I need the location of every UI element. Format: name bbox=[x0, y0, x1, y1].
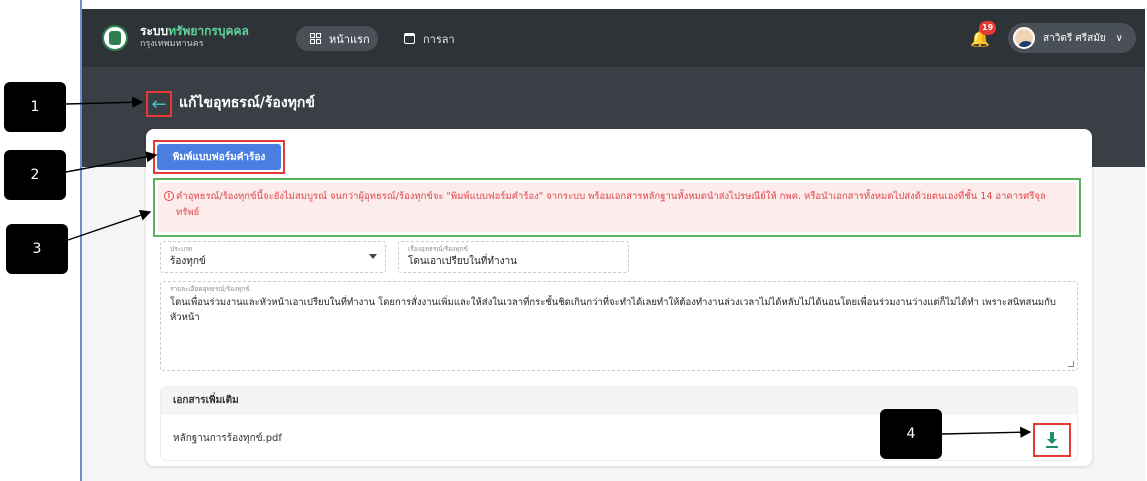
callout-1: 1 bbox=[4, 82, 66, 132]
chevron-down-icon: ∨ bbox=[1115, 32, 1123, 44]
page-title: แก้ไขอุทธรณ์/ร้องทุกข์ bbox=[179, 95, 315, 111]
subject-input[interactable]: เรื่องอุทธรณ์/ร้องทุกข์ โดนเอาเปรียบในที… bbox=[398, 241, 629, 273]
notification-badge: 19 bbox=[979, 21, 997, 35]
type-select[interactable]: ประเภท ร้องทุกข์ bbox=[160, 241, 386, 273]
app-title-prefix: ระบบ bbox=[140, 24, 169, 38]
print-button-highlight: พิมพ์แบบฟอร์มคำร้อง bbox=[153, 140, 285, 174]
app-title-accent: ทรัพยากรบุคคล bbox=[168, 24, 249, 38]
document-file-name: หลักฐานการร้องทุกข์.pdf bbox=[173, 433, 282, 444]
brand: ระบบทรัพยากรบุคคล กรุงเทพมหานคร bbox=[140, 24, 249, 50]
nav-home-button[interactable]: หน้าแรก bbox=[296, 26, 378, 51]
back-arrow-icon[interactable]: ← bbox=[146, 91, 172, 117]
subject-label: เรื่องอุทธรณ์/ร้องทุกข์ bbox=[408, 245, 468, 253]
resize-handle-icon[interactable] bbox=[1068, 361, 1074, 367]
callout-2: 2 bbox=[4, 150, 66, 200]
warning-text: คำอุทธรณ์/ร้องทุกข์นี้จะยังไม่สมบูรณ์ จน… bbox=[176, 191, 1046, 218]
detail-value: โดนเพื่อนร่วมงานและหัวหน้าเอาเปรียบในที่… bbox=[170, 297, 1056, 323]
avatar bbox=[1013, 27, 1035, 49]
app-subtitle: กรุงเทพมหานคร bbox=[140, 39, 204, 49]
type-value: ร้องทุกข์ bbox=[170, 256, 206, 267]
print-form-button[interactable]: พิมพ์แบบฟอร์มคำร้อง bbox=[157, 144, 281, 170]
info-circle-icon: ! bbox=[164, 191, 174, 201]
callout-3: 3 bbox=[6, 224, 68, 274]
app-window: ระบบทรัพยากรบุคคล กรุงเทพมหานคร หน้าแรก … bbox=[82, 9, 1145, 481]
detail-label: รายละเอียดอุทธรณ์/ร้องทุกข์ bbox=[170, 285, 250, 293]
calendar-icon bbox=[404, 33, 415, 44]
user-menu[interactable]: สาวิตรี ศรีสมัย ∨ bbox=[1008, 23, 1136, 53]
warning-alert: ! คำอุทธรณ์/ร้องทุกข์นี้จะยังไม่สมบูรณ์ … bbox=[158, 183, 1076, 232]
screenshot: ระบบทรัพยากรบุคคล กรุงเทพมหานคร หน้าแรก … bbox=[0, 0, 1147, 481]
caret-down-icon bbox=[369, 254, 377, 259]
dashboard-icon bbox=[310, 33, 321, 44]
form-card: พิมพ์แบบฟอร์มคำร้อง ! คำอุทธรณ์/ร้องทุกข… bbox=[146, 129, 1092, 466]
download-highlight bbox=[1033, 423, 1071, 457]
nav-home-label: หน้าแรก bbox=[329, 32, 370, 46]
detail-textarea[interactable]: รายละเอียดอุทธรณ์/ร้องทุกข์ โดนเพื่อนร่ว… bbox=[160, 281, 1078, 371]
app-title: ระบบทรัพยากรบุคคล bbox=[140, 24, 249, 38]
subject-value: โดนเอาเปรียบในที่ทำงาน bbox=[408, 256, 517, 267]
bma-logo-icon bbox=[102, 25, 128, 51]
user-name: สาวิตรี ศรีสมัย bbox=[1043, 32, 1106, 44]
type-label: ประเภท bbox=[170, 245, 192, 253]
top-bar: ระบบทรัพยากรบุคคล กรุงเทพมหานคร หน้าแรก … bbox=[82, 9, 1145, 67]
callout-4: 4 bbox=[880, 409, 942, 459]
nav-leave-label: การลา bbox=[423, 32, 455, 46]
nav-leave-button[interactable]: การลา bbox=[404, 26, 455, 51]
warning-highlight: ! คำอุทธรณ์/ร้องทุกข์นี้จะยังไม่สมบูรณ์ … bbox=[153, 178, 1081, 237]
download-icon[interactable] bbox=[1045, 431, 1059, 449]
